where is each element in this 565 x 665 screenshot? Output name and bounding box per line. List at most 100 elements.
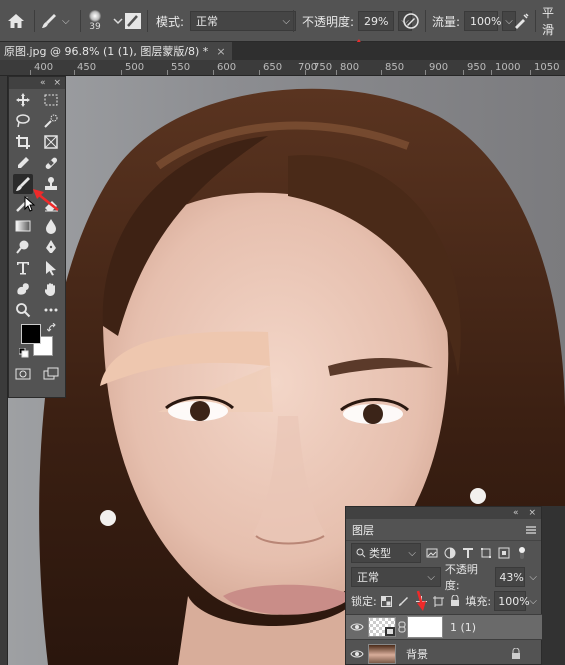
soft-brush-icon [89, 10, 101, 22]
lasso-tool[interactable] [13, 111, 33, 131]
layer-mask-thumbnail[interactable] [407, 616, 443, 638]
filter-toggle-icon[interactable] [515, 546, 529, 560]
search-icon [356, 548, 366, 558]
lock-image-icon[interactable] [397, 594, 411, 608]
path-selection-tool[interactable] [41, 258, 61, 278]
collapse-icon[interactable]: « [40, 78, 46, 88]
brush-size-picker[interactable]: 39 [84, 0, 106, 42]
opacity-label: 不透明度: [302, 14, 355, 29]
filter-pixel-icon[interactable] [425, 546, 439, 560]
ruler-label: 400 [34, 62, 54, 73]
filter-type-icon[interactable] [461, 546, 475, 560]
brush-settings-button[interactable] [124, 0, 142, 42]
filter-type-value: 类型 [369, 547, 391, 560]
lock-all-icon[interactable] [448, 594, 462, 608]
shape-tool[interactable] [13, 279, 33, 299]
layers-panel: « × 图层 类型 ⌵ 正常 ⌵ 不透明度: 43% ⌵ 锁定: 填充: 100… [345, 506, 543, 665]
move-tool[interactable] [13, 90, 33, 110]
flow-label: 流量: [432, 14, 461, 29]
layer-opacity-label: 不透明度: [444, 563, 478, 592]
foreground-color-swatch[interactable] [21, 324, 41, 344]
ruler-label: 1000 [495, 62, 521, 73]
layer-filter-select[interactable]: 类型 ⌵ [351, 543, 421, 563]
hand-icon [45, 282, 55, 296]
flow-input[interactable]: 100% [464, 11, 502, 31]
tab-layers[interactable]: 图层 [352, 522, 374, 538]
swap-colors-icon[interactable] [47, 323, 57, 333]
annotation-arrow-icon [416, 590, 426, 611]
more-tools-button[interactable] [41, 300, 61, 320]
pen-tool[interactable] [41, 237, 61, 257]
layer-row-background[interactable]: 背景 [346, 641, 543, 665]
chain-link-icon[interactable] [398, 621, 406, 633]
screen-mode-button[interactable] [41, 364, 61, 384]
mode-select[interactable]: 正常 ⌵ [190, 11, 297, 31]
crop-tool[interactable] [13, 132, 33, 152]
tool-preset-picker[interactable]: ⌵ [40, 0, 70, 42]
chevron-down-icon[interactable]: ⌵ [529, 572, 537, 583]
collapse-icon[interactable]: « [513, 508, 519, 518]
gradient-tool[interactable] [13, 216, 33, 236]
home-button[interactable] [6, 0, 26, 42]
default-colors-icon[interactable] [19, 348, 29, 358]
ruler-label: 950 [467, 62, 487, 73]
ruler-label: 1050 [534, 62, 560, 73]
healing-brush-tool[interactable] [41, 153, 61, 173]
hand-tool[interactable] [41, 279, 61, 299]
type-tool[interactable] [13, 258, 33, 278]
chevron-down-icon: ⌵ [282, 15, 291, 27]
mouse-cursor-icon [24, 196, 36, 212]
close-icon[interactable]: × [53, 78, 61, 88]
brush-icon [16, 176, 30, 191]
filter-smart-object-icon[interactable] [497, 546, 511, 560]
tools-panel: « × [8, 76, 66, 398]
airbrush-icon [515, 13, 529, 29]
layer-row-1[interactable]: 1 (1) [346, 614, 543, 640]
dodge-tool[interactable] [13, 237, 33, 257]
ruler-label: 750 [313, 62, 333, 73]
close-icon[interactable]: × [216, 45, 225, 58]
layer-thumbnail[interactable] [368, 617, 396, 637]
horizontal-ruler: 400 450 500 550 600 650 700 750 800 850 … [0, 60, 565, 76]
chevron-down-icon[interactable]: ⌵ [529, 596, 537, 607]
eyedropper-icon [18, 156, 29, 168]
document-tab[interactable]: 原图.jpg @ 96.8% (1 (1), 图层蒙版/8) * × [0, 42, 232, 60]
fill-value: 100% [498, 594, 530, 608]
quick-selection-tool[interactable] [41, 111, 61, 131]
fill-input[interactable]: 100% [494, 591, 530, 611]
magnifier-icon [16, 302, 31, 317]
layer-name[interactable]: 背景 [406, 646, 511, 662]
filter-shape-icon[interactable] [479, 546, 493, 560]
fill-label: 填充: [465, 595, 492, 608]
lock-label: 锁定: [351, 595, 377, 608]
eyedropper-tool[interactable] [13, 153, 33, 173]
quick-mask-button[interactable] [13, 364, 33, 384]
filter-adjustment-icon[interactable] [443, 546, 457, 560]
ruler-label: 500 [125, 62, 145, 73]
blur-tool[interactable] [41, 216, 61, 236]
marquee-tool[interactable] [41, 90, 61, 110]
lock-transparency-icon[interactable] [380, 594, 394, 608]
brush-icon [42, 14, 56, 28]
visibility-toggle[interactable] [346, 649, 368, 659]
airbrush-button[interactable] [512, 0, 530, 42]
marquee-icon [44, 94, 58, 105]
background-thumbnail[interactable] [368, 644, 396, 664]
layer-opacity-input[interactable]: 43% [495, 567, 526, 587]
pressure-opacity-button[interactable] [402, 0, 420, 42]
zoom-tool[interactable] [13, 300, 33, 320]
opacity-input[interactable]: 29% [358, 11, 395, 31]
frame-tool[interactable] [41, 132, 61, 152]
layer-name[interactable]: 1 (1) [450, 621, 476, 634]
mode-label: 模式: [156, 14, 185, 29]
blend-mode-select[interactable]: 正常 ⌵ [351, 567, 441, 587]
panel-menu-icon[interactable] [525, 525, 537, 535]
eye-icon [350, 623, 364, 631]
ruler-label: 900 [429, 62, 449, 73]
close-icon[interactable]: × [528, 508, 536, 518]
custom-shape-icon [17, 282, 29, 295]
lock-artboard-icon[interactable] [431, 594, 445, 608]
lasso-icon [16, 113, 30, 127]
visibility-toggle[interactable] [346, 622, 368, 632]
layers-panel-header: « × [346, 507, 541, 519]
